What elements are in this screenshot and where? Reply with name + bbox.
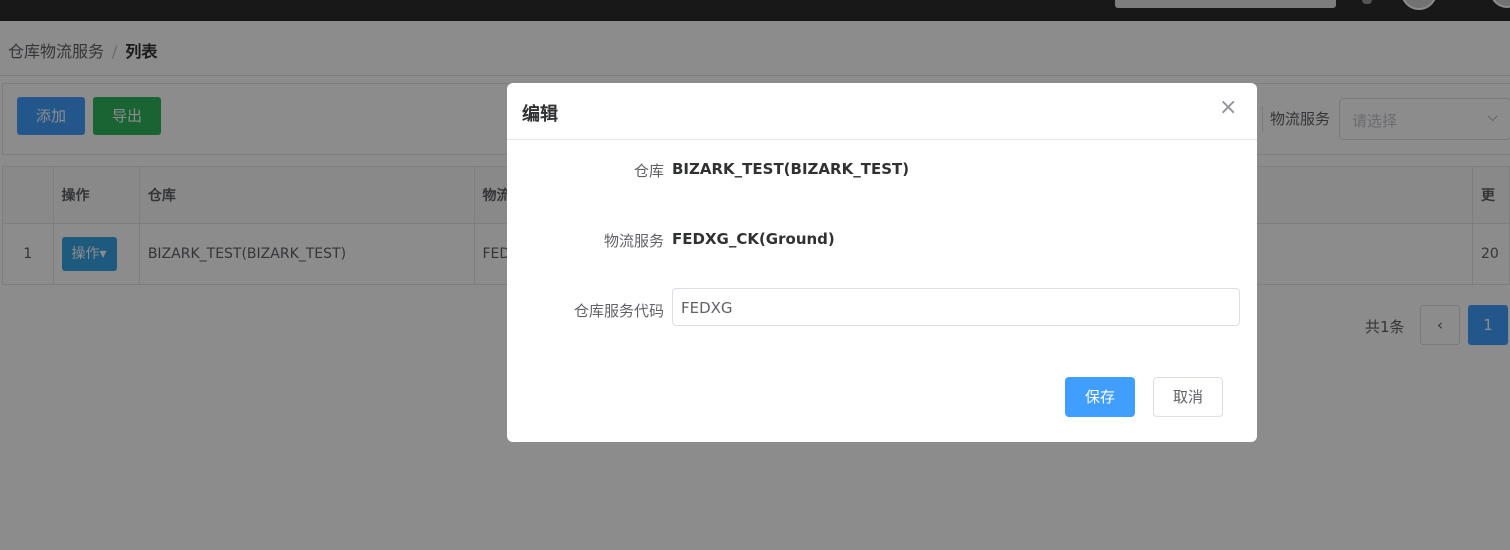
dialog-title: 编辑	[522, 104, 558, 125]
service-label: 物流服务	[603, 232, 664, 250]
code-label: 仓库服务代码	[573, 302, 664, 320]
warehouse-label: 仓库	[633, 162, 664, 180]
dialog-header-divider	[507, 139, 1257, 140]
warehouse-service-code-input[interactable]: FEDXG	[672, 288, 1240, 326]
cancel-button[interactable]: 取消	[1153, 377, 1223, 417]
close-icon[interactable]: ×	[1219, 97, 1237, 119]
service-value: FEDXG_CK(Ground)	[672, 230, 835, 248]
edit-dialog: 编辑 × 仓库 BIZARK_TEST(BIZARK_TEST) 物流服务 FE…	[507, 83, 1257, 442]
warehouse-value: BIZARK_TEST(BIZARK_TEST)	[672, 160, 910, 178]
save-button[interactable]: 保存	[1065, 377, 1135, 417]
